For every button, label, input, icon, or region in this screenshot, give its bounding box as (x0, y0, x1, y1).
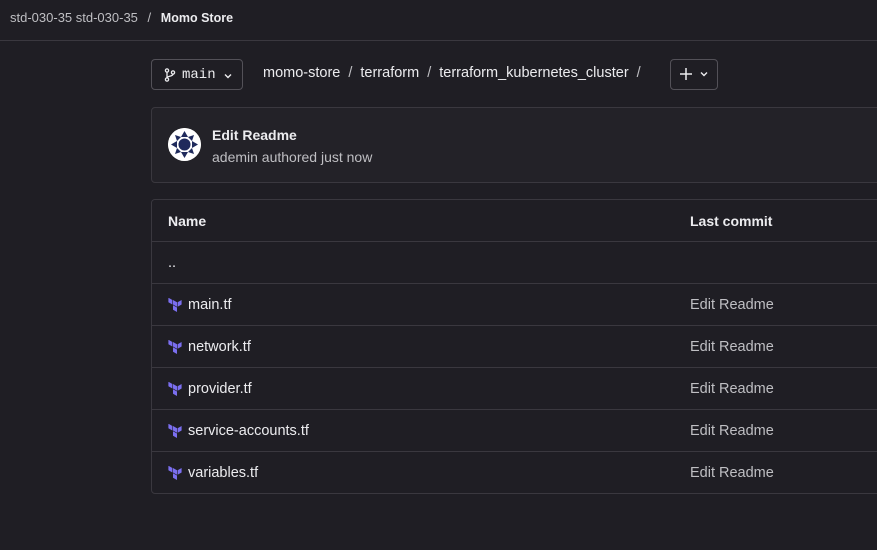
file-last-commit[interactable]: Edit Readme (690, 423, 774, 439)
parent-directory-row[interactable]: .. (152, 242, 877, 284)
column-header-last-commit: Last commit (690, 212, 773, 229)
file-link[interactable]: main.tf (188, 297, 232, 313)
chevron-down-icon (699, 66, 709, 84)
last-commit-panel: Edit Readme ademin authored just now (151, 107, 877, 183)
git-branch-icon (164, 67, 176, 82)
breadcrumb-project[interactable]: Momo Store (161, 11, 233, 25)
path-separator: / (427, 65, 432, 81)
repo-toolbar: main momo-store / terraform / terraform_kube… (151, 59, 877, 90)
terraform-icon (168, 465, 182, 480)
top-bar: std-030-35 std-030-35 / Momo Store (0, 0, 877, 41)
breadcrumb-group[interactable]: std-030-35 std-030-35 (10, 10, 138, 25)
file-path-breadcrumb: momo-store / terraform / terraform_kubernete… (263, 65, 649, 81)
file-name-cell: network.tf (168, 339, 251, 355)
terraform-icon (168, 297, 182, 312)
path-segment-terraform[interactable]: terraform (360, 65, 419, 81)
breadcrumb-separator: / (147, 10, 152, 25)
column-header-name: Name (168, 212, 207, 229)
file-name-cell: service-accounts.tf (168, 423, 309, 439)
table-header: Name Last commit (152, 200, 877, 242)
avatar[interactable] (168, 128, 201, 161)
file-name-cell: provider.tf (168, 381, 252, 397)
file-name-cell: main.tf (168, 297, 232, 313)
file-tree-table: Name Last commit .. main.tf Edit Readme … (151, 199, 877, 494)
branch-selector-button[interactable]: main (151, 59, 243, 90)
file-link[interactable]: provider.tf (188, 381, 252, 397)
file-link[interactable]: service-accounts.tf (188, 423, 309, 439)
file-last-commit[interactable]: Edit Readme (690, 381, 774, 397)
file-name-cell: variables.tf (168, 465, 258, 481)
parent-directory-link[interactable]: .. (168, 255, 176, 271)
file-last-commit[interactable]: Edit Readme (690, 297, 774, 313)
file-last-commit[interactable]: Edit Readme (690, 339, 774, 355)
plus-icon (679, 66, 693, 84)
commit-author-meta: ademin authored just now (212, 149, 373, 165)
path-segment-current[interactable]: terraform_kubernetes_cluster (439, 65, 628, 81)
path-separator: / (636, 65, 641, 81)
file-last-commit[interactable]: Edit Readme (690, 465, 774, 481)
terraform-icon (168, 381, 182, 396)
terraform-icon (168, 339, 182, 354)
table-row[interactable]: service-accounts.tf Edit Readme (152, 410, 877, 452)
file-link[interactable]: variables.tf (188, 465, 258, 481)
breadcrumb: std-030-35 std-030-35 / Momo Store (10, 10, 233, 25)
terraform-icon (168, 423, 182, 438)
add-to-tree-button[interactable] (670, 59, 718, 90)
table-row[interactable]: main.tf Edit Readme (152, 284, 877, 326)
path-separator: / (348, 65, 353, 81)
branch-name: main (182, 66, 216, 83)
file-link[interactable]: network.tf (188, 339, 251, 355)
table-row[interactable]: network.tf Edit Readme (152, 326, 877, 368)
commit-title[interactable]: Edit Readme (212, 127, 297, 143)
table-row[interactable]: variables.tf Edit Readme (152, 452, 877, 493)
path-segment-root[interactable]: momo-store (263, 65, 340, 81)
table-row[interactable]: provider.tf Edit Readme (152, 368, 877, 410)
chevron-down-icon (223, 70, 233, 80)
